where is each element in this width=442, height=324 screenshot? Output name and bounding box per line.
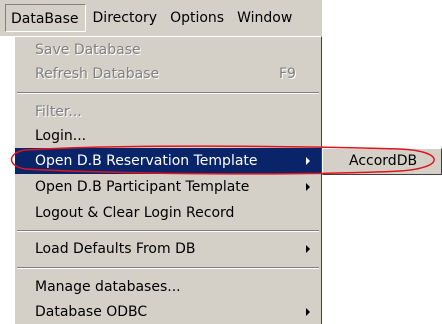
menu-item-label: Logout & Clear Login Record <box>35 205 235 221</box>
submenu-arrow-icon <box>306 157 310 165</box>
menu-item-label: Manage databases... <box>35 279 181 295</box>
menu-item-logout-clear-login[interactable]: Logout & Clear Login Record <box>15 200 321 226</box>
menu-item-label: Database ODBC <box>35 304 148 320</box>
menu-item-label: Refresh Database <box>35 66 160 82</box>
menu-item-shortcut: F9 <box>279 66 296 82</box>
screenshot: DataBase Directory Options Window Save D… <box>0 0 442 324</box>
menu-item-save-database[interactable]: Save Database <box>15 37 321 63</box>
menu-item-login[interactable]: Login... <box>15 123 321 149</box>
menu-item-database-odbc[interactable]: Database ODBC <box>15 299 321 324</box>
database-menu: Save Database Refresh Database F9 Filter… <box>14 36 322 324</box>
menu-item-refresh-database[interactable]: Refresh Database F9 <box>15 61 321 87</box>
menu-item-open-participant-template[interactable]: Open D.B Participant Template <box>15 174 321 200</box>
submenu-item-accorddb[interactable]: AccordDB <box>323 149 441 174</box>
menubar-options[interactable]: Options <box>164 4 230 32</box>
menu-item-label: Open D.B Participant Template <box>35 179 250 195</box>
menu-separator <box>17 267 319 269</box>
submenu-arrow-icon <box>306 245 310 253</box>
reservation-template-submenu: AccordDB <box>322 148 442 175</box>
menu-bar: DataBase Directory Options Window <box>0 0 322 36</box>
menu-item-open-reservation-template[interactable]: Open D.B Reservation Template <box>15 148 321 174</box>
menu-item-manage-databases[interactable]: Manage databases... <box>15 274 321 300</box>
menu-item-load-defaults[interactable]: Load Defaults From DB <box>15 236 321 262</box>
menu-separator <box>17 92 319 94</box>
menubar-window[interactable]: Window <box>231 4 298 32</box>
submenu-arrow-icon <box>306 308 310 316</box>
menu-item-label: Open D.B Reservation Template <box>35 153 258 169</box>
menubar-database[interactable]: DataBase <box>5 4 86 32</box>
menubar-directory[interactable]: Directory <box>87 4 164 32</box>
menu-item-label: Login... <box>35 128 87 144</box>
submenu-item-label: AccordDB <box>349 153 418 169</box>
submenu-arrow-icon <box>306 183 310 191</box>
menu-item-filter[interactable]: Filter... <box>15 99 321 125</box>
menu-item-label: Load Defaults From DB <box>35 241 196 257</box>
menu-separator <box>17 230 319 232</box>
menu-item-label: Filter... <box>35 104 82 120</box>
menu-item-label: Save Database <box>35 42 141 58</box>
